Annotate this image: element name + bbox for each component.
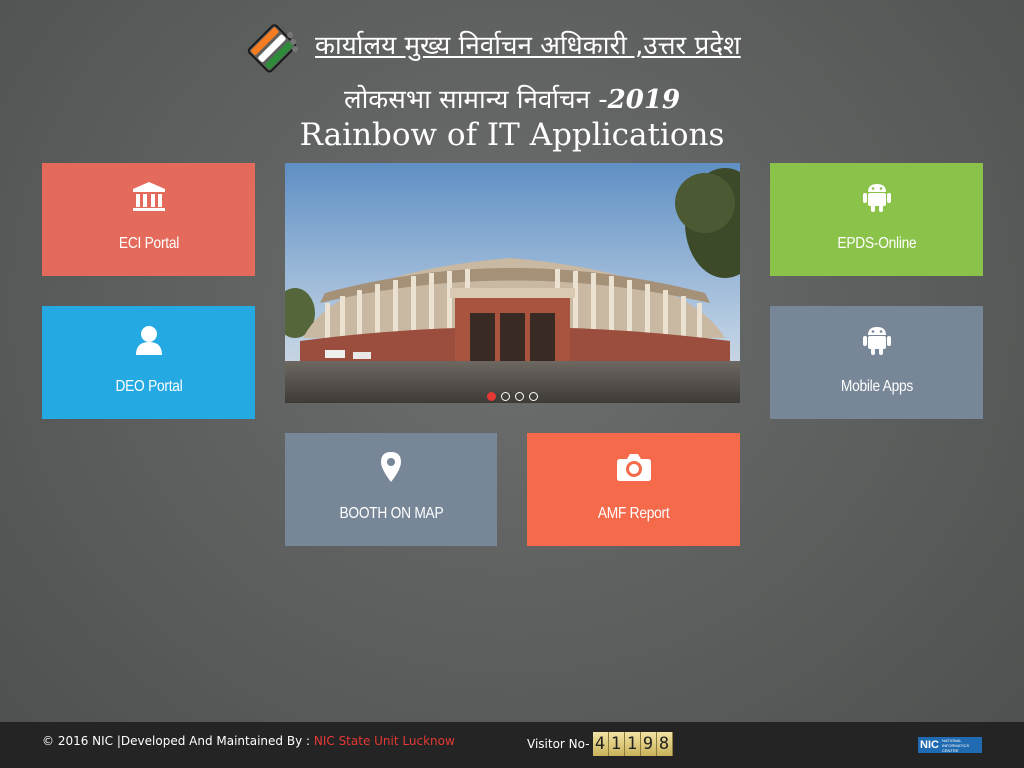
user-icon <box>129 320 169 360</box>
image-carousel[interactable] <box>285 163 740 403</box>
copyright-text: © 2016 NIC |Developed And Maintained By … <box>42 734 455 748</box>
org-title-link[interactable]: कार्यालय मुख्य निर्वाचन अधिकारी ,उत्तर प… <box>315 26 741 62</box>
deo-portal-tile[interactable]: DEO Portal <box>42 306 255 419</box>
visitor-digit: 1 <box>624 732 641 756</box>
election-title-text: लोकसभा सामान्य निर्वाचन - <box>343 85 608 115</box>
copyright-label: © 2016 NIC |Developed And Maintained By … <box>42 734 314 748</box>
booth-on-map-label: BOOTH ON MAP <box>339 505 443 522</box>
eci-portal-label: ECI Portal <box>118 235 179 252</box>
bank-icon <box>129 177 169 217</box>
election-year: 2019 <box>607 85 681 115</box>
visitor-digit: 8 <box>656 732 673 756</box>
page-footer: © 2016 NIC |Developed And Maintained By … <box>0 722 1024 768</box>
visitor-digit: 1 <box>608 732 625 756</box>
booth-on-map-tile[interactable]: BOOTH ON MAP <box>285 433 497 546</box>
deo-portal-label: DEO Portal <box>114 378 182 395</box>
android-icon <box>857 320 897 360</box>
map-pin-icon <box>371 447 411 487</box>
page-header: कार्यालय मुख्य निर्वाचन अधिकारी ,उत्तर प… <box>0 0 1024 160</box>
visitor-digit: 9 <box>640 732 657 756</box>
visitor-label: Visitor No- <box>527 737 590 751</box>
mobile-apps-tile[interactable]: Mobile Apps <box>770 306 983 419</box>
camera-icon <box>614 447 654 487</box>
android-icon <box>857 177 897 217</box>
carousel-indicators <box>285 392 740 401</box>
visitor-count: 4 1 1 9 8 <box>592 732 673 756</box>
epds-online-tile[interactable]: EPDS-Online <box>770 163 983 276</box>
nic-logo[interactable]: NIC NATIONAL INFORMATICS CENTRE <box>918 737 982 753</box>
page-title: Rainbow of IT Applications <box>299 117 725 153</box>
nic-state-unit-link[interactable]: NIC State Unit Lucknow <box>314 734 455 748</box>
carousel-dot-1[interactable] <box>487 392 496 401</box>
visitor-counter: Visitor No- 4 1 1 9 8 <box>527 732 673 756</box>
carousel-dot-4[interactable] <box>529 392 538 401</box>
mobile-apps-label: Mobile Apps <box>840 378 913 395</box>
election-logo-icon <box>245 20 301 76</box>
parliament-photo <box>285 163 740 403</box>
carousel-dot-3[interactable] <box>515 392 524 401</box>
eci-portal-tile[interactable]: ECI Portal <box>42 163 255 276</box>
election-title: लोकसभा सामान्य निर्वाचन -2019 <box>0 80 1024 116</box>
amf-report-label: AMF Report <box>597 505 670 522</box>
epds-online-label: EPDS-Online <box>836 235 916 252</box>
amf-report-tile[interactable]: AMF Report <box>527 433 740 546</box>
visitor-digit: 4 <box>592 732 609 756</box>
nic-logo-subtext: NATIONAL INFORMATICS CENTRE <box>941 737 970 753</box>
nic-logo-text: NIC <box>920 739 939 751</box>
carousel-dot-2[interactable] <box>501 392 510 401</box>
